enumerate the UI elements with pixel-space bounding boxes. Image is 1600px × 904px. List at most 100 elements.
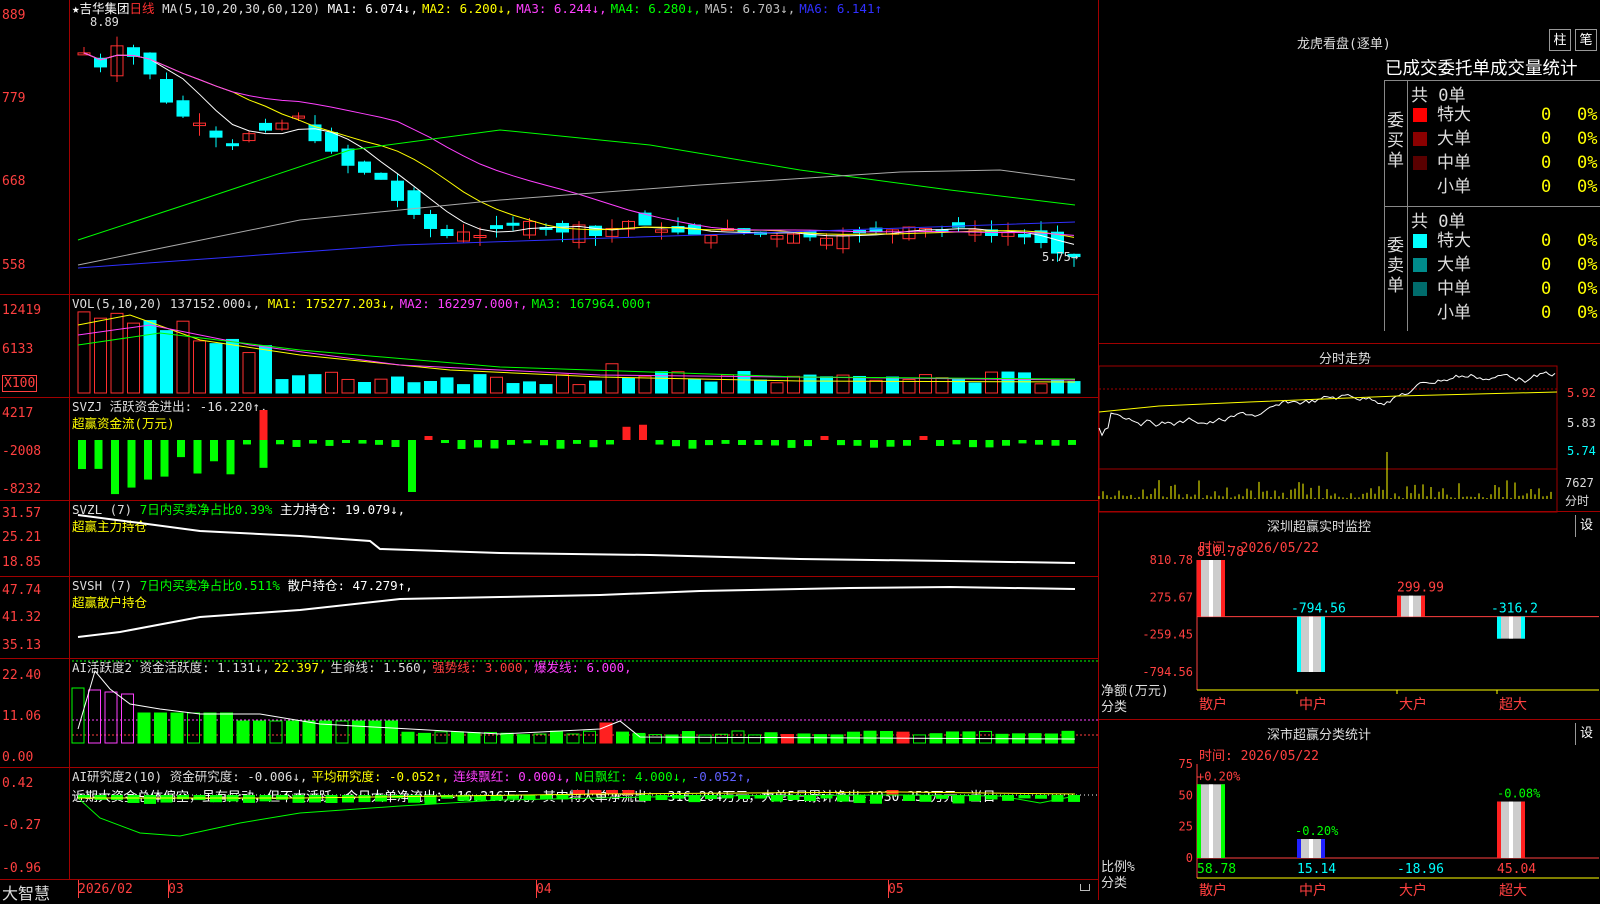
lock-icon[interactable] (1080, 884, 1090, 891)
volume-bar (820, 376, 833, 394)
flow-bar (523, 440, 532, 444)
volume-pane[interactable]: 12419 6133 X100 VOL(5,10,20) 137152.000↓… (0, 295, 1098, 398)
research-bar (375, 795, 387, 802)
realtime-monitor-panel[interactable]: 深圳超赢实时监控 设 时间: 2026/05/22 810.78 275.67 -2… (1098, 512, 1600, 720)
candle (341, 148, 355, 166)
volume-bar (275, 379, 289, 394)
flow-bar (787, 440, 796, 448)
activity-bar (946, 731, 959, 744)
research-bar (903, 795, 915, 802)
low-price-label: 5.75→ (1042, 250, 1079, 264)
bar-mode-button[interactable]: 柱 (1549, 29, 1571, 51)
ai-activity-pane[interactable]: 22.40 11.06 0.00 AI活跃度2 资金活跃度: 1.131↓, 22… (0, 659, 1098, 768)
tick-mode-button[interactable]: 笔 (1575, 29, 1597, 51)
activity-bar (368, 720, 382, 744)
order-count: 0 (1541, 279, 1552, 299)
ai-research-pane[interactable]: 0.42 -0.27 -0.96 AI研究度2(10) 资金研究度: -0.00… (0, 768, 1098, 880)
activity-bar (896, 731, 910, 744)
flow-bar (259, 440, 268, 468)
research-bar (853, 795, 866, 804)
activity-bar (880, 730, 893, 744)
flow-bar (573, 440, 581, 444)
activity-bar (748, 734, 761, 744)
research-bar (837, 795, 849, 802)
order-count: 0 (1541, 153, 1552, 173)
intraday-panel[interactable]: 分时走势 5.92 5.83 5.74 7627 分时 (1098, 344, 1600, 513)
flow-bar (771, 440, 779, 446)
order-label: 特大 (1437, 105, 1471, 125)
classify-panel[interactable]: 深市超赢分类统计 设 时间: 2026/05/22 75 50 25 0 +0.20% 5… (1098, 720, 1600, 900)
flow-bar (441, 440, 449, 444)
volume-bar (770, 382, 784, 394)
volume-bar (440, 377, 454, 394)
flow-bar (721, 440, 730, 444)
intraday-vol-label: 分时 (1565, 494, 1590, 508)
color-swatch (1413, 282, 1427, 296)
flow-bar (259, 410, 268, 440)
activity-bar (170, 712, 184, 744)
svsh-pane[interactable]: 47.74 41.32 35.13 SVSH (7) 7日内买卖净占比0.511… (0, 577, 1098, 659)
order-row: 小单 0 0% (1409, 175, 1600, 199)
net-value-label: -794.56 (1291, 602, 1346, 617)
flow-bar (292, 440, 301, 447)
flow-bar (94, 440, 103, 469)
ma-line (77, 169, 1076, 266)
date-tick: 04 (536, 882, 552, 897)
monitor-xlabel: 分类 (1101, 700, 1128, 715)
volume-bar (374, 378, 388, 394)
flow-bar (1018, 440, 1027, 444)
color-swatch (1413, 156, 1427, 170)
flow-bar (391, 440, 400, 448)
volume-bar (721, 374, 734, 394)
activity-bar (583, 730, 596, 744)
svzj-pane[interactable]: 4217 -2008 -8232 SVZJ 活跃资金进出: -16.220↑, … (0, 398, 1098, 501)
activity-bar (830, 734, 844, 744)
ratio-value: 15.14 (1297, 862, 1336, 877)
volume-bar (490, 376, 503, 394)
classify-xlabel: 分类 (1101, 876, 1128, 891)
volume-bar (638, 375, 652, 394)
longhu-panel: 龙虎看盘(逐单) 柱 笔 已成交委托单成交量统计 委买单 委卖单 共 0单 共 … (1098, 0, 1600, 344)
flow-bar (672, 440, 680, 447)
research-bar (243, 795, 255, 803)
flow-bar (903, 440, 911, 446)
order-percent: 0% (1577, 129, 1598, 149)
svzl-pane[interactable]: 31.57 25.21 18.85 SVZL (7) 7日内买卖净占比0.39%… (0, 501, 1098, 577)
order-percent: 0% (1577, 177, 1598, 197)
flow-bar (1002, 440, 1010, 446)
flow-bar (243, 440, 251, 445)
flow-bar (144, 440, 152, 480)
change-label: -0.20% (1295, 824, 1339, 838)
kline-pane[interactable]: 889 779 668 558 ★吉华集团日线 MA(5,10,20,30,60… (0, 0, 1098, 295)
classify-tick: 0 (1186, 851, 1193, 865)
flow-bar (589, 440, 598, 448)
activity-bar (418, 732, 431, 744)
flow-bar (837, 440, 845, 446)
order-count: 0 (1541, 177, 1552, 197)
flow-bar (375, 440, 383, 445)
volume-bar (292, 375, 305, 394)
ai-research-chart (72, 790, 1098, 837)
category-label: 散户 (1199, 882, 1227, 899)
intraday-chart (1098, 365, 1558, 513)
monitor-tick: 810.78 (1150, 553, 1193, 567)
volume-bar (325, 371, 338, 394)
flow-bar (342, 440, 350, 444)
volume-bar (94, 317, 107, 394)
research-bar (919, 795, 932, 802)
volume-bar (358, 382, 371, 394)
flow-bar (1035, 440, 1043, 445)
activity-bar (104, 691, 118, 744)
order-label: 小单 (1437, 303, 1471, 323)
research-bar (952, 795, 965, 804)
order-count: 0 (1541, 129, 1552, 149)
candle (259, 122, 272, 131)
ratio-value: 58.78 (1197, 862, 1236, 877)
activity-bar (385, 720, 398, 744)
candle (424, 214, 437, 229)
order-row: 小单 0 0% (1409, 301, 1600, 325)
candle (143, 52, 157, 75)
monitor-tick: 275.67 (1150, 590, 1193, 604)
candle (226, 143, 239, 147)
activity-bar (517, 734, 530, 744)
